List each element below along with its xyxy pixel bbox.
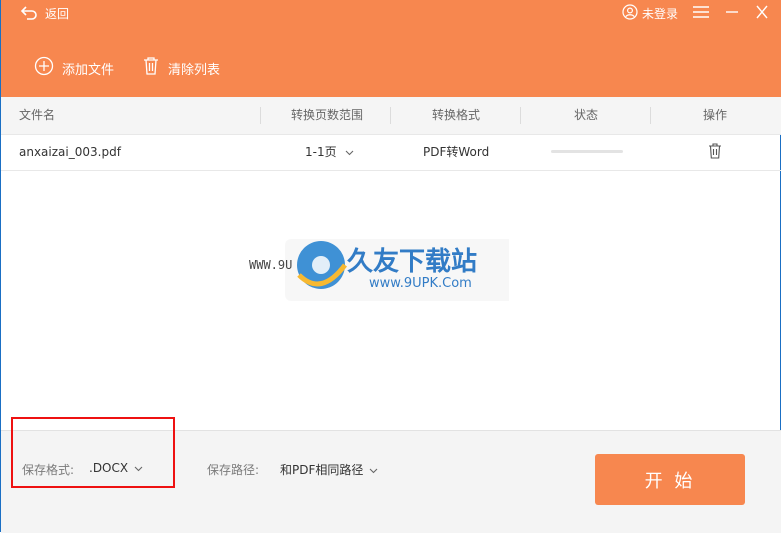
watermark-title: 久友下载站 — [347, 247, 478, 277]
column-format: 转换格式 — [432, 108, 481, 122]
header-bar: 返回 未登录 添加文件 清除列表 — [1, 0, 781, 97]
menu-icon[interactable] — [692, 5, 710, 22]
trash-icon — [142, 56, 160, 80]
delete-row-button[interactable] — [708, 143, 722, 161]
add-file-label: 添加文件 — [62, 62, 115, 78]
column-divider — [260, 107, 261, 124]
back-button[interactable]: 返回 — [19, 4, 69, 22]
column-divider — [390, 107, 391, 124]
clear-list-label: 清除列表 — [168, 62, 221, 78]
save-path-value: 和PDF相同路径 — [280, 463, 364, 477]
highlight-box — [11, 417, 175, 488]
back-arrow-icon — [19, 4, 39, 22]
trash-icon — [708, 143, 722, 162]
convert-format: PDF转Word — [423, 145, 490, 159]
status-progress-bar — [551, 150, 623, 153]
user-icon — [622, 4, 638, 23]
start-button[interactable]: 开 始 — [595, 454, 745, 505]
add-file-button[interactable]: 添加文件 — [34, 56, 114, 80]
plus-circle-icon — [34, 56, 54, 80]
watermark-logo: WWW.9U 久友下载站 www.9UPK.Com — [249, 235, 515, 305]
chevron-down-icon — [345, 134, 354, 170]
column-range: 转换页数范围 — [291, 108, 364, 122]
minimize-icon[interactable] — [724, 5, 740, 22]
clear-list-button[interactable]: 清除列表 — [142, 56, 220, 80]
watermark-url: www.9UPK.Com — [369, 276, 472, 291]
window-controls: 未登录 — [622, 4, 770, 23]
column-divider — [520, 107, 521, 124]
page-range-value: 1-1页 — [305, 145, 337, 159]
back-label: 返回 — [45, 6, 70, 21]
table-header: 文件名 转换页数范围 转换格式 状态 操作 — [1, 97, 781, 135]
toolbar: 添加文件 清除列表 — [34, 56, 220, 80]
save-path-select[interactable]: 和PDF相同路径 — [280, 461, 378, 478]
column-divider — [650, 107, 651, 124]
app-window: 返回 未登录 添加文件 清除列表 文件名 转换页数范围 转换格式 状态 操作 a… — [0, 0, 781, 533]
watermark-left-text: WWW.9U — [249, 258, 292, 272]
chevron-down-icon — [369, 463, 378, 477]
column-action: 操作 — [703, 108, 728, 122]
login-label: 未登录 — [641, 7, 678, 21]
file-name: anxaizai_003.pdf — [19, 145, 121, 159]
table-row: anxaizai_003.pdf 1-1页 PDF转Word — [1, 134, 781, 171]
close-icon[interactable] — [754, 5, 770, 22]
save-path-label: 保存路径: — [207, 463, 260, 477]
column-status: 状态 — [574, 108, 599, 122]
column-filename: 文件名 — [19, 108, 56, 122]
login-button[interactable]: 未登录 — [622, 4, 678, 23]
page-range-select[interactable]: 1-1页 — [305, 134, 354, 170]
